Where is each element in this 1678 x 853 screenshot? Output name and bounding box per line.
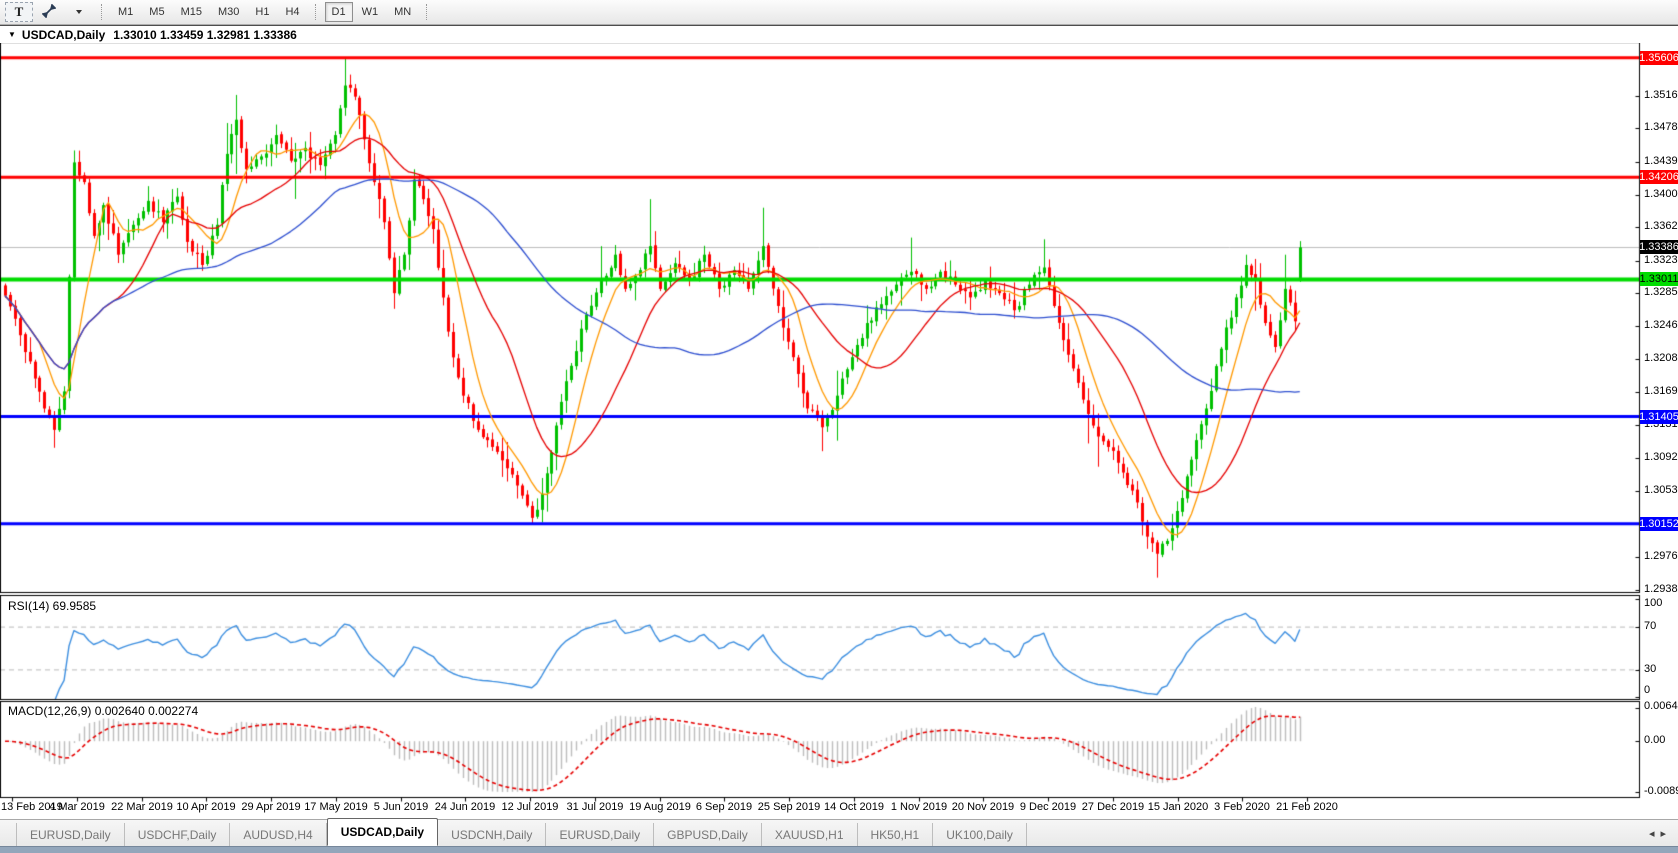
tab-audusd-h4[interactable]: AUDUSD,H4 [230, 823, 326, 846]
toolbar-separator [315, 4, 317, 20]
timeframe-group-1: M1M5M15M30H1H4 [110, 2, 308, 22]
toolbar: T M1M5M15M30H1H4 D1W1MN [0, 0, 1678, 25]
arrange-dropdown-button[interactable] [65, 2, 93, 22]
arrange-arrows-icon [42, 4, 56, 21]
chart-title-bar: ▼ USDCAD,Daily 1.33010 1.33459 1.32981 1… [0, 25, 1678, 43]
timeframe-button-m1[interactable]: M1 [111, 2, 140, 22]
timeframe-button-m15[interactable]: M15 [174, 2, 209, 22]
timeframe-button-w1[interactable]: W1 [355, 2, 386, 22]
timeframe-button-mn[interactable]: MN [387, 2, 418, 22]
tab-usdcnh-daily[interactable]: USDCNH,Daily [438, 823, 546, 846]
timeframe-button-m5[interactable]: M5 [142, 2, 171, 22]
toolbar-separator [101, 4, 103, 20]
chart-canvas[interactable] [0, 0, 1678, 853]
timeframe-group-2: D1W1MN [324, 2, 420, 22]
tab-xauusd-h1[interactable]: XAUUSD,H1 [762, 823, 858, 846]
bottom-strip [0, 846, 1678, 853]
tab-eurusd-daily[interactable]: EURUSD,Daily [16, 823, 125, 846]
chevron-down-icon [76, 10, 82, 14]
tab-eurusd-daily[interactable]: EURUSD,Daily [546, 823, 654, 846]
chart-ohlc-values: 1.33010 1.33459 1.32981 1.33386 [113, 28, 297, 42]
chart-symbol-title: USDCAD,Daily [22, 28, 105, 42]
timeframe-button-h1[interactable]: H1 [248, 2, 276, 22]
collapse-triangle-icon[interactable]: ▼ [8, 30, 16, 39]
tab-uk100-daily[interactable]: UK100,Daily [933, 823, 1027, 846]
text-tool-button[interactable]: T [5, 2, 33, 22]
chart-tabs: EURUSD,DailyUSDCHF,DailyAUDUSD,H4USDCAD,… [16, 818, 1027, 846]
tabs-scroll-arrows: ◂▸ [1649, 827, 1672, 840]
timeframe-button-d1[interactable]: D1 [325, 2, 353, 22]
tabs-scroll-left-icon[interactable]: ◂ [1649, 828, 1661, 840]
tab-usdcad-daily[interactable]: USDCAD,Daily [327, 818, 438, 846]
tab-gbpusd-daily[interactable]: GBPUSD,Daily [654, 823, 762, 846]
tab-hk50-h1[interactable]: HK50,H1 [858, 823, 934, 846]
timeframe-button-m30[interactable]: M30 [211, 2, 246, 22]
arrange-windows-button[interactable] [35, 2, 63, 22]
trading-app-window: T M1M5M15M30H1H4 D1W1MN ▼ USDCAD,Daily [0, 0, 1678, 853]
chart-tabs-bar: EURUSD,DailyUSDCHF,DailyAUDUSD,H4USDCAD,… [0, 819, 1678, 846]
toolbar-separator [426, 4, 428, 20]
tabs-scroll-right-icon[interactable]: ▸ [1660, 828, 1672, 840]
tab-usdchf-daily[interactable]: USDCHF,Daily [125, 823, 231, 846]
timeframe-button-h4[interactable]: H4 [278, 2, 306, 22]
